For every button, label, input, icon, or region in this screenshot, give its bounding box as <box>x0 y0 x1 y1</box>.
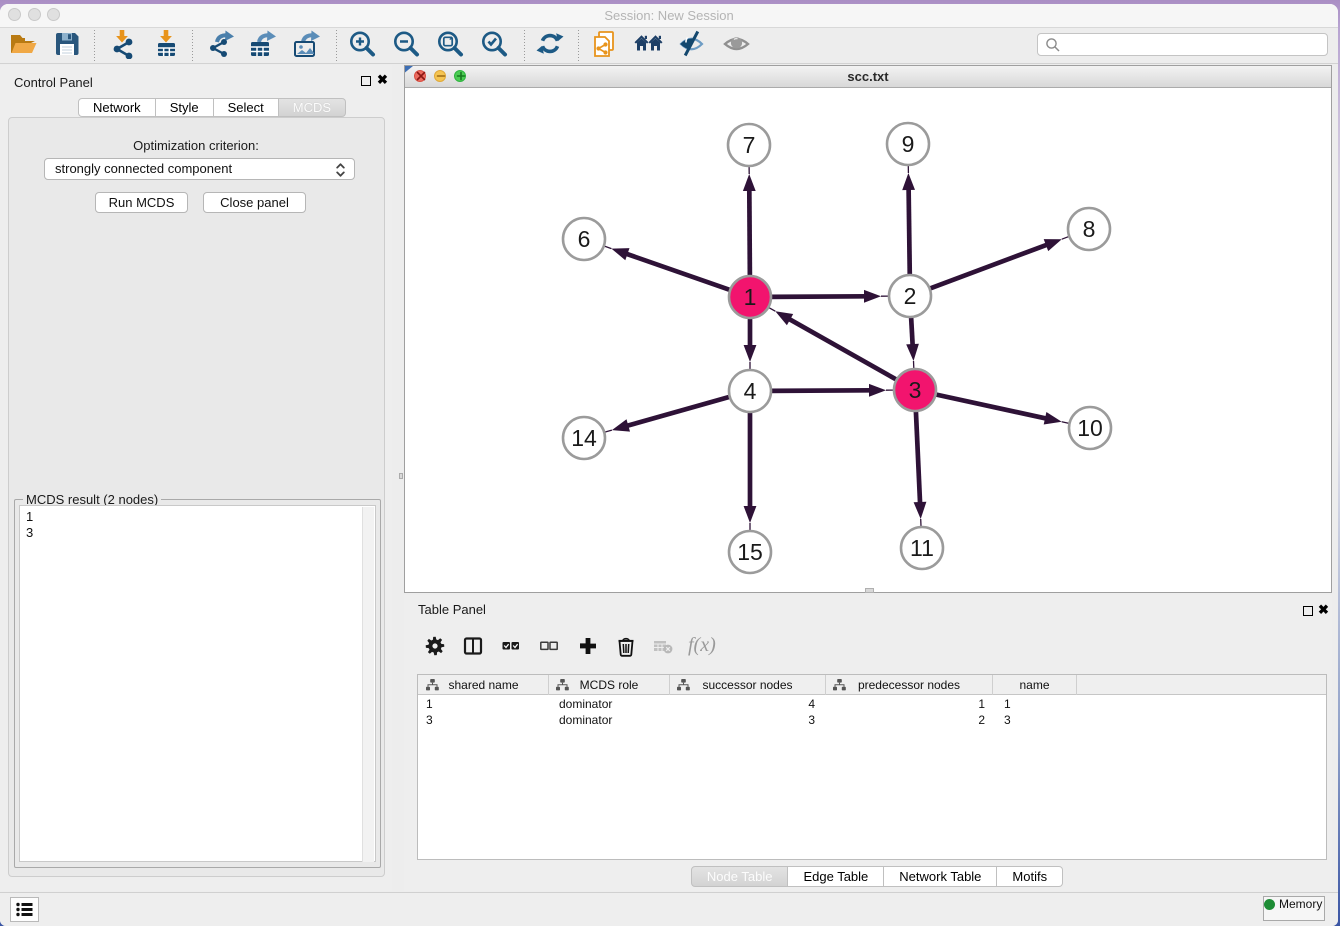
svg-text:3: 3 <box>909 377 922 403</box>
svg-text:14: 14 <box>571 425 597 451</box>
svg-text:15: 15 <box>737 539 763 565</box>
svg-text:2: 2 <box>904 283 917 309</box>
svg-text:f(x): f(x) <box>688 634 716 656</box>
svg-text:1: 1 <box>744 284 757 310</box>
svg-text:7: 7 <box>743 132 756 158</box>
svg-text:10: 10 <box>1077 415 1103 441</box>
svg-text:6: 6 <box>578 226 591 252</box>
svg-text:8: 8 <box>1083 216 1096 242</box>
svg-text:4: 4 <box>744 378 757 404</box>
svg-text:11: 11 <box>910 535 934 561</box>
svg-text:9: 9 <box>902 131 915 157</box>
